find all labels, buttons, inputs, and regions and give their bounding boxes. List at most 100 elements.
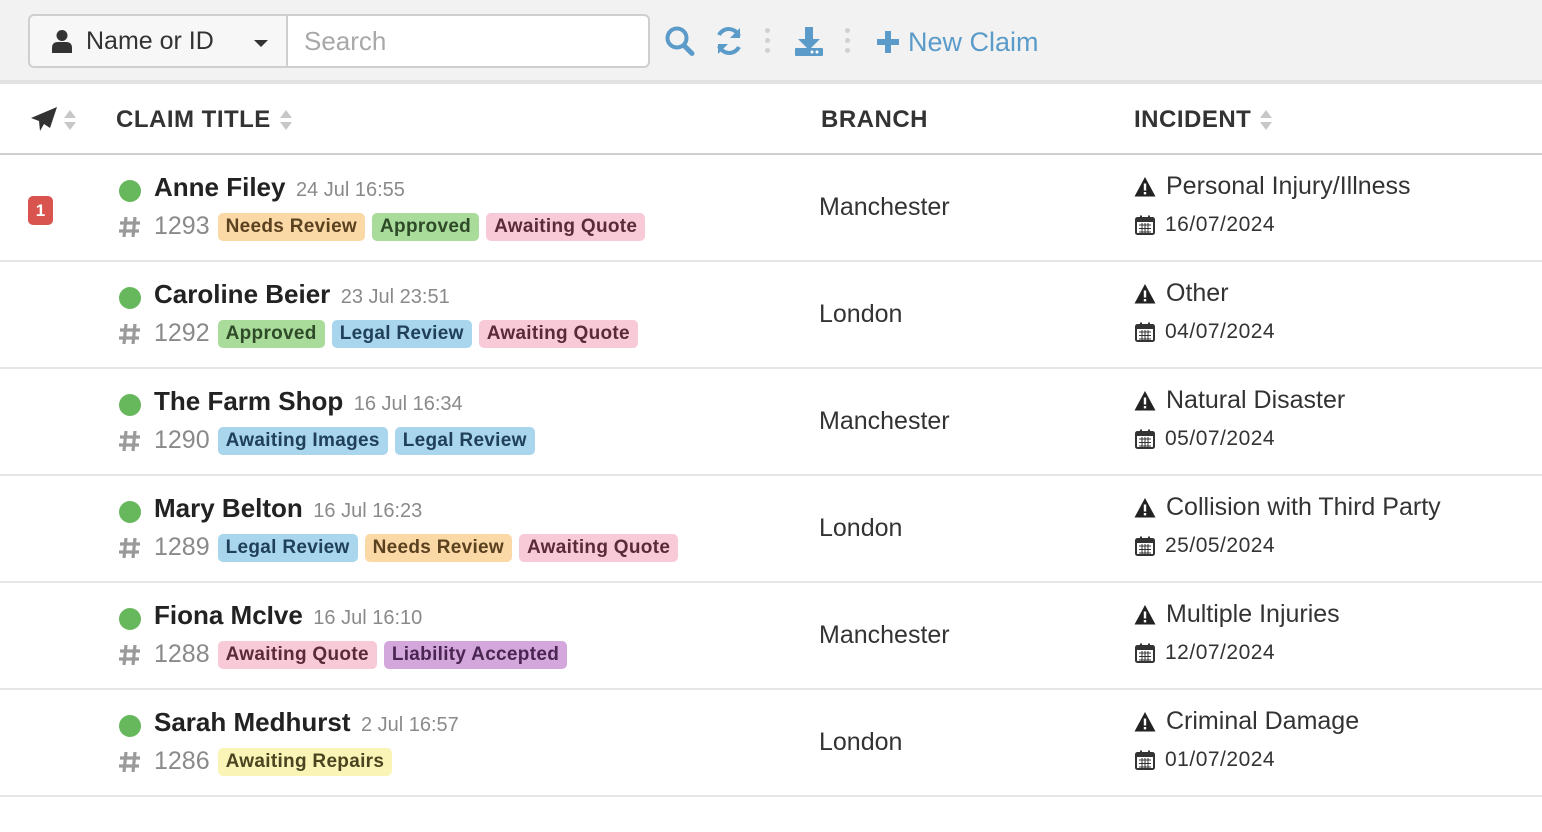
branch-cell: Manchester [819, 621, 950, 649]
claim-id: 1288 [154, 640, 210, 668]
incident-date: 05/07/2024 [1135, 427, 1275, 451]
sort-icon [279, 110, 292, 130]
claimant-name: Anne Filey [154, 172, 286, 202]
claim-id: 1290 [154, 426, 210, 454]
toolbar: Name or ID New Claim [0, 0, 1542, 84]
table-row[interactable]: The Farm Shop 16 Jul 16:34 1290 Awaiting… [0, 369, 1542, 476]
claim-title: The Farm Shop 16 Jul 16:34 [154, 386, 463, 417]
incident-date: 16/07/2024 [1135, 213, 1275, 237]
status-tag: Legal Review [331, 319, 472, 348]
table-header: CLAIM TITLE BRANCH INCIDENT [0, 84, 1542, 155]
warning-icon [1134, 711, 1156, 731]
status-tag: Needs Review [217, 212, 366, 241]
incident-type: Other [1134, 279, 1229, 308]
branch-cell: Manchester [819, 193, 950, 221]
download-icon[interactable] [793, 24, 825, 58]
status-tag: Awaiting Quote [519, 533, 679, 562]
status-tag: Awaiting Images [217, 426, 388, 455]
claim-title: Sarah Medhurst 2 Jul 16:57 [154, 707, 459, 738]
status-dot [119, 715, 141, 737]
hash-icon [119, 216, 140, 237]
claimant-name: Caroline Beier [154, 279, 331, 309]
calendar-icon [1135, 429, 1155, 449]
hash-icon [119, 537, 140, 558]
table-row[interactable]: 1 Anne Filey 24 Jul 16:55 1293 Needs Rev… [0, 155, 1542, 262]
status-tag: Needs Review [364, 533, 512, 562]
claim-id-line: 1292 Approved Legal Review Awaiting Quote [118, 319, 645, 348]
claim-title: Anne Filey 24 Jul 16:55 [154, 172, 405, 203]
sort-icon [1260, 110, 1273, 130]
claimant-name: The Farm Shop [154, 386, 344, 416]
hash-icon [119, 751, 140, 772]
status-tag: Awaiting Quote [486, 212, 646, 241]
filter-type-label: Name or ID [86, 26, 214, 55]
calendar-icon [1135, 215, 1155, 235]
claimant-name: Fiona McIve [154, 600, 303, 630]
claim-id: 1293 [154, 212, 210, 240]
toolbar-separator [845, 28, 851, 54]
new-claim-button[interactable]: New Claim [876, 22, 1039, 62]
table-row[interactable]: Fiona McIve 16 Jul 16:10 1288 Awaiting Q… [0, 583, 1542, 690]
incident-date: 12/07/2024 [1135, 641, 1275, 665]
status-dot [119, 608, 141, 630]
filter-type-select[interactable]: Name or ID [28, 14, 288, 68]
warning-icon [1134, 390, 1156, 410]
branch-cell: London [819, 300, 903, 328]
status-tag: Awaiting Quote [478, 319, 638, 348]
claim-id-line: 1290 Awaiting Images Legal Review [118, 426, 542, 455]
calendar-icon [1135, 536, 1155, 556]
status-tag: Legal Review [217, 533, 358, 562]
incident-date: 01/07/2024 [1135, 748, 1275, 772]
table-row[interactable]: Sarah Medhurst 2 Jul 16:57 1286 Awaiting… [0, 690, 1542, 797]
claim-timestamp: 16 Jul 16:10 [313, 607, 423, 629]
status-tag: Liability Accepted [383, 640, 568, 669]
status-dot [119, 287, 141, 309]
claim-timestamp: 2 Jul 16:57 [360, 714, 459, 736]
claim-title: Caroline Beier 23 Jul 23:51 [154, 279, 450, 310]
search-input[interactable] [286, 14, 650, 68]
plus-icon [877, 31, 899, 53]
chevron-down-icon [254, 40, 268, 47]
incident-type: Personal Injury/Illness [1134, 172, 1411, 201]
calendar-icon [1135, 643, 1155, 663]
column-header-branch: BRANCH [821, 106, 928, 133]
status-tag: Awaiting Repairs [217, 747, 393, 776]
claim-id: 1289 [154, 533, 210, 561]
claim-id-line: 1288 Awaiting Quote Liability Accepted [118, 640, 574, 669]
claim-timestamp: 16 Jul 16:23 [313, 500, 423, 522]
branch-cell: Manchester [819, 407, 950, 435]
claimant-name: Sarah Medhurst [154, 707, 351, 737]
column-header-incident[interactable]: INCIDENT [1134, 106, 1273, 134]
claim-id-line: 1293 Needs Review Approved Awaiting Quote [118, 212, 652, 241]
calendar-icon [1135, 322, 1155, 342]
refresh-icon[interactable] [713, 24, 745, 58]
status-dot [119, 501, 141, 523]
incident-type: Collision with Third Party [1134, 493, 1441, 522]
status-tag: Awaiting Quote [217, 640, 377, 669]
table-row[interactable]: Mary Belton 16 Jul 16:23 1289 Legal Revi… [0, 476, 1542, 583]
hash-icon [119, 323, 140, 344]
table-row[interactable]: Caroline Beier 23 Jul 23:51 1292 Approve… [0, 262, 1542, 369]
hash-icon [119, 644, 140, 665]
branch-cell: London [819, 514, 903, 542]
search-icon[interactable] [664, 24, 696, 58]
branch-cell: London [819, 728, 903, 756]
claim-timestamp: 23 Jul 23:51 [340, 286, 450, 308]
incident-date: 25/05/2024 [1135, 534, 1275, 558]
paper-plane-icon[interactable] [30, 106, 58, 134]
warning-icon [1134, 176, 1156, 196]
calendar-icon [1135, 750, 1155, 770]
warning-icon [1134, 604, 1156, 624]
incident-date: 04/07/2024 [1135, 320, 1275, 344]
warning-icon [1134, 497, 1156, 517]
user-icon [52, 30, 72, 53]
incident-type: Natural Disaster [1134, 386, 1345, 415]
claimant-name: Mary Belton [154, 493, 303, 523]
toolbar-separator [765, 28, 771, 54]
column-header-claim-title[interactable]: CLAIM TITLE [116, 106, 293, 134]
sort-icon[interactable] [63, 109, 77, 131]
claim-timestamp: 24 Jul 16:55 [295, 179, 405, 201]
hash-icon [119, 430, 140, 451]
claim-title: Mary Belton 16 Jul 16:23 [154, 493, 422, 524]
status-tag: Legal Review [394, 426, 535, 455]
